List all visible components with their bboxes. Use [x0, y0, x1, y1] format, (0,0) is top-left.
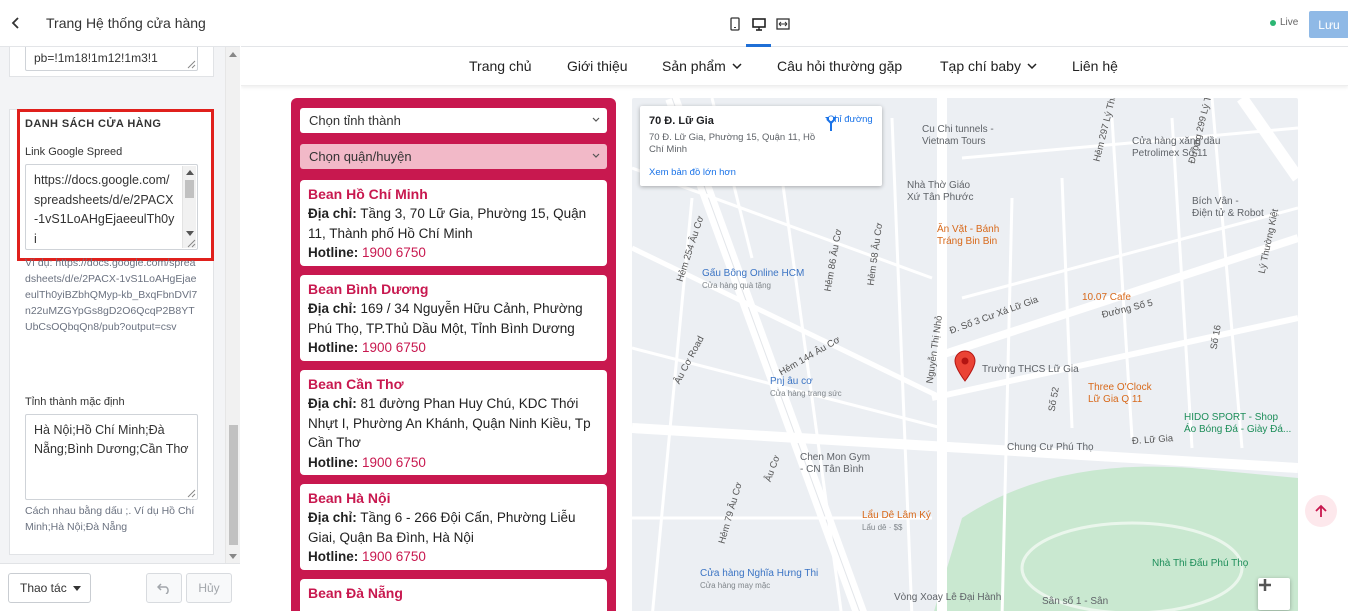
app-root: Trang Hệ thống cửa hàng pb=!1m18!1m12!1m…	[0, 0, 1348, 611]
province-select[interactable]: Chọn tỉnh thành	[300, 108, 607, 133]
store-name: Bean Cần Thơ	[308, 376, 404, 392]
store-name: Bean Bình Dương	[308, 281, 429, 297]
sheet-example-hint: Ví dụ: https://docs.google.com/spreadshe…	[25, 257, 198, 333]
map-place-label: Vòng Xoay Lê Đại Hành	[894, 592, 1002, 603]
store-map[interactable]: 70 Đ. Lữ Gia 70 Đ. Lữ Gia, Phường 15, Qu…	[632, 98, 1298, 611]
active-view-indicator	[746, 44, 771, 47]
plus-icon	[1259, 579, 1271, 591]
map-place-label: Chen Mon Gym - CN Tân Bình	[800, 452, 871, 475]
resize-handle-icon[interactable]	[187, 60, 196, 69]
store-hotline: 1900 6750	[362, 340, 426, 355]
map-info-card: 70 Đ. Lữ Gia 70 Đ. Lữ Gia, Phường 15, Qu…	[640, 106, 882, 186]
store-card[interactable]: Bean Bình Dương Địa chỉ: 169 / 34 Nguyễn…	[300, 275, 607, 361]
resize-handle-icon[interactable]	[187, 489, 196, 498]
nav-item-products[interactable]: Sản phẩm	[662, 58, 742, 74]
fullwidth-view-icon[interactable]	[772, 13, 794, 35]
panel-title: Trang Hệ thống cửa hàng	[46, 15, 206, 31]
map-card-title: 70 Đ. Lữ Gia	[649, 115, 714, 127]
nav-item-home[interactable]: Trang chủ	[469, 58, 532, 74]
chevron-down-icon	[732, 63, 742, 69]
scroll-to-top-button[interactable]	[1305, 495, 1337, 527]
settings-panel: Trang Hệ thống cửa hàng pb=!1m18!1m12!1m…	[0, 0, 240, 611]
store-name: Bean Hà Nội	[308, 490, 391, 506]
editor-topbar: Live Lưu	[241, 0, 1348, 47]
site-preview: Trang chủ Giới thiệu Sản phẩm Câu hỏi th…	[241, 48, 1348, 611]
directions-link[interactable]: Chỉ đường	[822, 114, 878, 131]
map-place-label: Pnj âu cơ Cửa hàng trang sức	[770, 376, 842, 398]
district-select[interactable]: Chọn quận/huyện	[300, 144, 607, 169]
previous-field-textarea[interactable]: pb=!1m18!1m12!1m3!1	[25, 47, 198, 71]
map-pin-icon[interactable]	[954, 350, 976, 382]
panel-header: Trang Hệ thống cửa hàng	[0, 0, 240, 47]
store-card[interactable]: Bean Hồ Chí Minh Địa chỉ: Tầng 3, 70 Lữ …	[300, 180, 607, 266]
map-place-label: Cửa hàng xăng dầu Petrolimex Số 11	[1132, 136, 1221, 159]
undo-icon	[157, 583, 169, 594]
sheet-link-value: https://docs.google.com/spreadsheets/d/e…	[34, 173, 175, 246]
map-place-label: Three O'Clock Lữ Gia Q 11	[1088, 382, 1152, 405]
store-hotline: 1900 6750	[362, 549, 426, 564]
map-place-label: Cu Chi tunnels - Vietnam Tours	[922, 124, 994, 147]
action-label: Thao tác	[20, 581, 67, 595]
arrow-up-icon	[1315, 504, 1327, 517]
store-hotline: 1900 6750	[362, 454, 426, 470]
sheet-link-label: Link Google Spreed	[25, 146, 123, 158]
nav-item-about[interactable]: Giới thiệu	[567, 58, 628, 74]
cancel-button[interactable]: Hủy	[186, 573, 232, 603]
previous-field-value: pb=!1m18!1m12!1m3!1	[34, 51, 158, 65]
store-card[interactable]: Bean Đà Nẵng	[300, 579, 607, 611]
resize-handle-icon[interactable]	[187, 239, 196, 248]
save-button[interactable]: Lưu	[1309, 11, 1348, 38]
section-title: DANH SÁCH CỬA HÀNG	[25, 118, 162, 130]
zoom-in-button[interactable]	[1258, 578, 1290, 610]
map-place-label: 10.07 Cafe	[1082, 292, 1131, 303]
mobile-view-icon[interactable]	[724, 13, 746, 35]
map-place-label: Trường THCS Lữ Gia	[982, 364, 1079, 375]
map-place-label: Lẩu Dê Lâm Ký Lẩu dê · $$	[862, 510, 931, 532]
map-place-label: Gấu Bông Online HCM Cửa hàng quà tặng	[702, 268, 805, 290]
sheet-link-textarea[interactable]: https://docs.google.com/spreadsheets/d/e…	[25, 164, 198, 250]
store-hotline: 1900 6750	[362, 245, 426, 260]
site-navigation: Trang chủ Giới thiệu Sản phẩm Câu hỏi th…	[241, 48, 1348, 86]
panel-footer: Thao tác Hủy	[0, 563, 240, 611]
desktop-view-icon[interactable]	[748, 13, 770, 35]
map-place-label: Nhà Thi Đấu Phú Thọ	[1152, 558, 1249, 569]
textarea-scrollbar[interactable]	[182, 166, 196, 248]
directions-icon	[825, 117, 837, 131]
panel-scrollbar[interactable]	[225, 47, 240, 563]
province-value: Hà Nội;Hồ Chí Minh;Đà Nẵng;Bình Dương;Cầ…	[34, 423, 189, 456]
nav-item-contact[interactable]: Liên hệ	[1072, 58, 1118, 74]
map-card-address: 70 Đ. Lữ Gia, Phường 15, Quận 11, Hồ Chí…	[649, 132, 816, 155]
back-arrow-icon[interactable]	[0, 0, 32, 47]
map-place-label: Ăn Vặt - Bánh Tráng Bin Bin	[937, 224, 1000, 247]
store-card[interactable]: Bean Cần Thơ Địa chỉ: 81 đường Phan Huy …	[300, 370, 607, 475]
chevron-down-icon	[592, 153, 600, 158]
panel-scrollbar-thumb[interactable]	[229, 425, 238, 545]
undo-button[interactable]	[146, 573, 182, 603]
chevron-down-icon	[1027, 63, 1037, 69]
store-card[interactable]: Bean Hà Nội Địa chỉ: Tầng 6 - 266 Đội Cấ…	[300, 484, 607, 570]
live-label: Live	[1280, 17, 1299, 28]
map-place-label: Bích Vân - Điện tử & Robot	[1192, 196, 1264, 219]
store-name: Bean Đà Nẵng	[308, 585, 403, 601]
map-place-label: Cửa hàng Nghĩa Hưng Thi Cửa hàng may mặc	[700, 568, 819, 590]
live-status: Live	[1270, 17, 1298, 28]
caret-down-icon	[72, 585, 81, 591]
nav-item-baby-magazine[interactable]: Tạp chí baby	[940, 58, 1037, 74]
province-hint: Cách nhau bằng dấu ;. Ví dụ Hồ Chí Minh;…	[25, 505, 195, 533]
map-place-label: Chung Cư Phú Thọ	[1007, 442, 1094, 453]
store-list-column: Chọn tỉnh thành Chọn quận/huyện Bean Hồ …	[291, 98, 616, 611]
province-textarea[interactable]: Hà Nội;Hồ Chí Minh;Đà Nẵng;Bình Dương;Cầ…	[25, 414, 198, 500]
chevron-down-icon	[592, 117, 600, 122]
map-place-label: Sân số 1 - Sân	[1042, 596, 1109, 607]
province-label: Tỉnh thành mặc định	[25, 396, 125, 408]
live-dot-icon	[1270, 19, 1276, 26]
store-name: Bean Hồ Chí Minh	[308, 186, 428, 202]
nav-item-faq[interactable]: Câu hỏi thường gặp	[777, 58, 902, 74]
action-dropdown-button[interactable]: Thao tác	[8, 573, 91, 603]
map-place-label: HIDO SPORT - Shop Áo Bóng Đá - Giày Đá...	[1184, 412, 1292, 435]
map-place-label: Nhà Thờ Giáo Xứ Tân Phước	[907, 180, 974, 203]
view-bigger-map-link[interactable]: Xem bản đồ lớn hơn	[649, 167, 736, 178]
